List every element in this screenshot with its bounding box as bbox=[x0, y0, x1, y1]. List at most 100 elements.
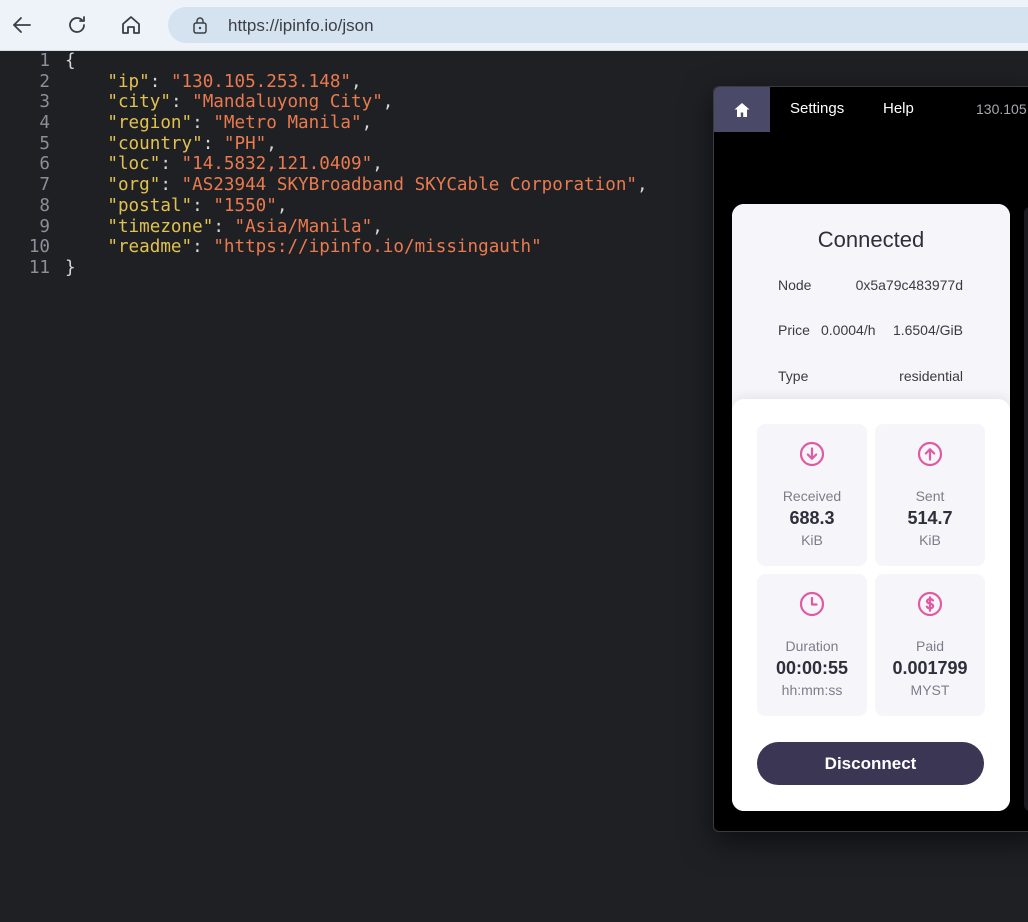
line-number: 6 bbox=[39, 154, 50, 175]
stat-received: Received 688.3 KiB bbox=[757, 424, 867, 566]
line-number: 4 bbox=[39, 113, 50, 134]
session-stats-panel: Received 688.3 KiB Sent 514.7 KiB Durati… bbox=[732, 399, 1010, 811]
code-text: "timezone": "Asia/Manila", bbox=[107, 216, 383, 237]
stat-paid-value: 0.001799 bbox=[892, 658, 968, 678]
json-key: "readme" bbox=[107, 237, 193, 258]
stat-sent-value: 514.7 bbox=[907, 508, 953, 528]
code-text: "readme": "https://ipinfo.io/missingauth… bbox=[107, 237, 542, 258]
code-text: { bbox=[65, 51, 76, 72]
line-number: 7 bbox=[39, 175, 50, 196]
line-number: 10 bbox=[28, 237, 50, 258]
type-value: residential bbox=[899, 368, 963, 384]
back-button[interactable] bbox=[6, 9, 38, 41]
code-line: 10 "readme": "https://ipinfo.io/missinga… bbox=[0, 237, 720, 258]
connection-card: Connected Node 0x5a79c483977d Price 0.00… bbox=[732, 204, 1010, 811]
json-key: "ip" bbox=[107, 71, 150, 92]
arrow-down-circle-icon bbox=[799, 441, 825, 467]
code-line: 11} bbox=[0, 258, 720, 279]
nav-home-button[interactable] bbox=[714, 87, 770, 132]
stat-paid-unit: MYST bbox=[910, 682, 950, 698]
stat-sent: Sent 514.7 KiB bbox=[875, 424, 985, 566]
line-number: 8 bbox=[39, 195, 50, 216]
json-string-value: "AS23944 SKYBroadband SKYCable Corporati… bbox=[181, 175, 638, 196]
json-comma: , bbox=[266, 133, 277, 154]
type-label: Type bbox=[778, 368, 809, 384]
code-line: 2 "ip": "130.105.253.148", bbox=[0, 72, 720, 93]
code-line: 7 "org": "AS23944 SKYBroadband SKYCable … bbox=[0, 175, 720, 196]
vpn-app-window: Settings Help 130.105 Connected Node 0x5… bbox=[713, 86, 1028, 832]
code-text: "org": "AS23944 SKYBroadband SKYCable Co… bbox=[107, 175, 648, 196]
json-brace: { bbox=[65, 51, 76, 71]
stat-received-label: Received bbox=[782, 488, 842, 504]
code-text: "city": "Mandaluyong City", bbox=[107, 92, 394, 113]
json-string-value: "130.105.253.148" bbox=[170, 71, 352, 92]
home-button[interactable] bbox=[115, 9, 147, 41]
stat-duration: Duration 00:00:55 hh:mm:ss bbox=[757, 574, 867, 716]
reload-button[interactable] bbox=[61, 9, 93, 41]
line-number: 2 bbox=[39, 71, 50, 92]
json-key: "region" bbox=[107, 113, 193, 134]
node-label: Node bbox=[778, 277, 812, 293]
code-text: "postal": "1550", bbox=[107, 195, 288, 216]
json-comma: , bbox=[361, 113, 373, 134]
code-line: 1{ bbox=[0, 51, 720, 72]
price-label: Price bbox=[778, 322, 810, 338]
json-string-value: "https://ipinfo.io/missingauth" bbox=[213, 237, 542, 258]
browser-toolbar: https://ipinfo.io/json bbox=[0, 0, 1028, 51]
code-text: "loc": "14.5832,121.0409", bbox=[107, 154, 383, 175]
stat-received-unit: KiB bbox=[801, 532, 823, 548]
json-key: "org" bbox=[107, 175, 161, 196]
json-viewer: 1{2 "ip": "130.105.253.148", 3 "city": "M… bbox=[0, 51, 720, 279]
app-nav-bar: Settings Help 130.105 bbox=[714, 87, 1028, 132]
json-comma: , bbox=[276, 195, 288, 216]
next-card-edge bbox=[1024, 207, 1028, 811]
json-string-value: "PH" bbox=[223, 133, 267, 154]
price-per-hour: 0.0004/h bbox=[821, 322, 876, 338]
code-text: "region": "Metro Manila", bbox=[107, 113, 373, 134]
json-brace: } bbox=[65, 257, 76, 278]
arrow-left-icon bbox=[13, 17, 31, 33]
reload-icon bbox=[69, 16, 85, 33]
stat-paid-label: Paid bbox=[915, 638, 945, 654]
address-bar[interactable]: https://ipinfo.io/json bbox=[168, 7, 1028, 43]
json-string-value: "14.5832,121.0409" bbox=[181, 154, 373, 175]
line-number: 5 bbox=[39, 133, 50, 154]
code-text: } bbox=[65, 258, 76, 279]
clock-icon bbox=[799, 591, 825, 617]
stat-duration-label: Duration bbox=[785, 638, 839, 654]
address-url[interactable]: https://ipinfo.io/json bbox=[228, 16, 374, 36]
json-comma: , bbox=[372, 216, 383, 237]
code-line: 5 "country": "PH", bbox=[0, 134, 720, 155]
line-number: 1 bbox=[39, 51, 50, 71]
line-number: 9 bbox=[39, 216, 50, 237]
code-line: 9 "timezone": "Asia/Manila", bbox=[0, 217, 720, 238]
connection-status: Connected bbox=[817, 227, 925, 252]
code-line: 8 "postal": "1550", bbox=[0, 196, 720, 217]
code-line: 3 "city": "Mandaluyong City", bbox=[0, 92, 720, 113]
dollar-circle-icon bbox=[917, 591, 943, 617]
node-value: 0x5a79c483977d bbox=[855, 277, 963, 293]
stat-received-value: 688.3 bbox=[789, 508, 835, 528]
connection-details: Connected Node 0x5a79c483977d Price 0.00… bbox=[732, 204, 1010, 414]
json-key: "country" bbox=[107, 133, 203, 154]
json-key: "loc" bbox=[107, 154, 161, 175]
stat-duration-unit: hh:mm:ss bbox=[781, 682, 843, 698]
line-number: 3 bbox=[39, 92, 50, 113]
stat-paid: Paid 0.001799 MYST bbox=[875, 574, 985, 716]
code-text: "country": "PH", bbox=[107, 133, 277, 154]
nav-help[interactable]: Help bbox=[883, 100, 914, 117]
json-key: "postal" bbox=[107, 195, 193, 216]
home-icon bbox=[734, 102, 750, 117]
json-comma: , bbox=[382, 92, 394, 113]
stat-sent-unit: KiB bbox=[919, 532, 941, 548]
home-icon bbox=[122, 16, 140, 34]
disconnect-button[interactable]: Disconnect bbox=[757, 742, 984, 785]
nav-settings[interactable]: Settings bbox=[790, 100, 844, 117]
json-string-value: "1550" bbox=[213, 195, 277, 216]
price-per-gib: 1.6504/GiB bbox=[892, 322, 963, 338]
json-key: "city" bbox=[107, 92, 171, 113]
json-comma: , bbox=[637, 175, 648, 196]
stat-duration-value: 00:00:55 bbox=[775, 658, 849, 678]
json-string-value: "Metro Manila" bbox=[213, 113, 362, 134]
arrow-up-circle-icon bbox=[917, 441, 943, 467]
